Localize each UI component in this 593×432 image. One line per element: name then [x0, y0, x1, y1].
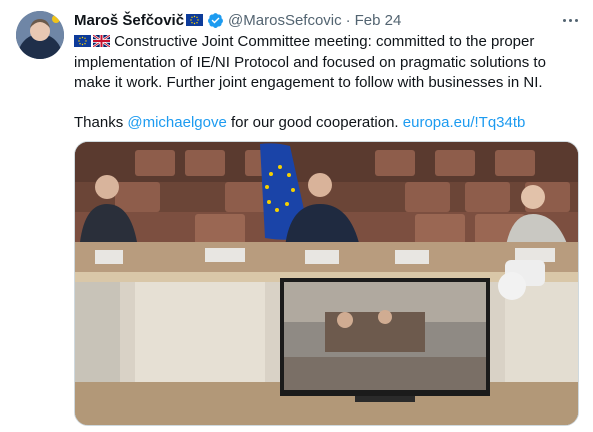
- more-dot-icon: [562, 18, 566, 22]
- meeting-photo: [75, 142, 578, 425]
- tweet-text-thanks-line: Thanks @michaelgove for our good coopera…: [74, 113, 574, 133]
- user-handle[interactable]: @MarosSefcovic: [228, 12, 342, 29]
- tweet-text-line-1: Constructive Joint Committee meeting: co…: [114, 33, 535, 50]
- eu-flag-icon: [74, 33, 91, 53]
- avatar-image: [16, 11, 64, 59]
- display-name[interactable]: Maroš Šefčovič: [74, 12, 184, 29]
- verified-badge-icon: [207, 12, 224, 29]
- tweet-text: Constructive Joint Committee meeting: co…: [74, 32, 574, 133]
- thanks-text: Thanks: [74, 114, 128, 131]
- tweet-text-line-2: implementation of IE/NI Protocol and foc…: [74, 54, 546, 71]
- tweet-header: Maroš Šefčovič @MarosSefcovic · Feb 24: [74, 10, 401, 30]
- uk-flag-icon: [92, 33, 111, 53]
- tweet-text-line-3: make it work. Further joint engagement t…: [74, 74, 543, 91]
- more-dot-icon: [568, 18, 572, 22]
- avatar[interactable]: [16, 11, 64, 59]
- url-link[interactable]: europa.eu/!Tq34tb: [403, 114, 526, 131]
- eu-flag-icon: [186, 14, 204, 26]
- more-options-button[interactable]: [558, 8, 582, 32]
- separator: ·: [345, 11, 351, 29]
- tweet[interactable]: Maroš Šefčovič @MarosSefcovic · Feb 24 C…: [0, 0, 593, 432]
- cooperation-text: for our good cooperation.: [226, 114, 403, 131]
- tweet-date[interactable]: Feb 24: [355, 12, 402, 29]
- tweet-text-line: Constructive Joint Committee meeting: co…: [74, 32, 574, 53]
- tweet-photo[interactable]: [74, 141, 579, 426]
- mention-link[interactable]: @michaelgove: [127, 114, 226, 131]
- more-dot-icon: [574, 18, 578, 22]
